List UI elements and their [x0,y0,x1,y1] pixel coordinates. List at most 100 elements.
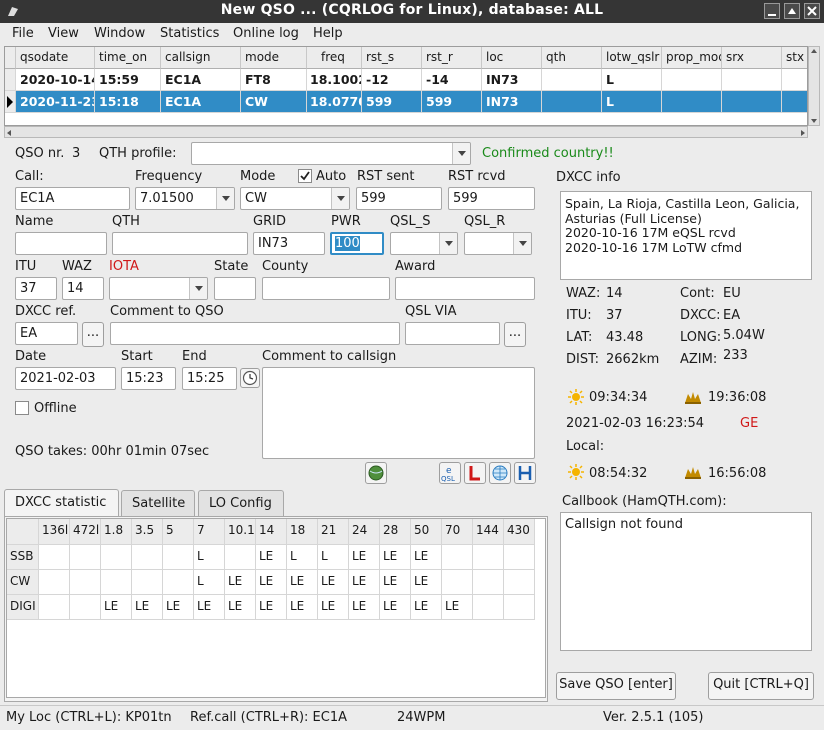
table-cell: EC1A [161,91,241,113]
award-label: Award [395,259,436,274]
cell-text: 18.1002 [310,72,362,87]
info-azim-value: 233 [723,348,748,363]
mode-select[interactable]: CW [240,187,350,210]
table-cell: LE [349,595,380,620]
state-input[interactable] [214,277,256,300]
call-input[interactable]: EC1A [15,187,130,210]
comment-qso-input[interactable] [110,322,400,345]
grid-input[interactable]: IN73 [253,232,325,255]
qth-input[interactable] [112,232,248,255]
table-cell: FT8 [241,69,307,91]
qso-grid[interactable]: qsodate time_on callsign mode freq rst_s… [4,46,808,126]
column-header[interactable]: callsign [161,47,241,69]
column-header[interactable]: time_on [95,47,161,69]
cell-text: 18.0770 [310,94,362,109]
tab-dxcc-statistic[interactable]: DXCC statistic [4,489,119,517]
band-header: 21 [318,519,349,545]
hamqth-icon[interactable] [514,462,536,484]
table-cell [662,69,722,91]
qth-profile-select[interactable] [191,142,471,165]
grid-vertical-scrollbar[interactable] [808,46,820,126]
callbook-box: Callsign not found [560,512,812,651]
column-header[interactable]: mode [241,47,307,69]
chevron-down-icon[interactable] [216,188,234,209]
chevron-down-icon[interactable] [513,233,531,254]
menu-online-log[interactable]: Online log [233,26,299,41]
pwr-input[interactable]: 100 [330,232,384,255]
dxcc-info-line: 2020-10-16 17M eQSL rcvd [565,225,736,240]
info-itu-label: ITU: [566,308,592,323]
table-cell [542,91,602,113]
qsl-s-select[interactable] [390,232,458,255]
menu-view[interactable]: View [48,26,79,41]
quit-button[interactable]: Quit [CTRL+Q] [708,672,814,700]
waz-input[interactable]: 14 [62,277,104,300]
table-cell [782,69,807,91]
column-header[interactable]: lotw_qslr [602,47,662,69]
tab-satellite[interactable]: Satellite [121,490,195,516]
clock-icon[interactable] [240,368,260,388]
name-input[interactable] [15,232,107,255]
dx-sunrise-time: 09:34:34 [589,390,648,405]
itu-label: ITU [15,259,37,274]
lotw-icon[interactable] [464,462,486,484]
close-icon[interactable] [804,3,820,19]
maximize-icon[interactable] [784,3,800,19]
column-header[interactable]: loc [482,47,542,69]
menu-window[interactable]: Window [94,26,145,41]
column-header[interactable]: qth [542,47,602,69]
globe-icon[interactable] [365,462,387,484]
eqsl-icon[interactable]: e QSL [439,462,461,484]
table-cell: 2020-11-23 [16,91,95,113]
dxcc-browse-button[interactable]: ... [82,322,104,347]
column-header[interactable]: stx [782,47,807,69]
band-header: 10.1 [225,519,256,545]
itu-input[interactable]: 37 [15,277,57,300]
menu-statistics[interactable]: Statistics [160,26,219,41]
auto-label: Auto [316,169,347,184]
column-header[interactable]: qsodate [16,47,95,69]
end-time-input[interactable]: 15:25 [182,367,237,390]
comment-callsign-textarea[interactable] [262,367,535,459]
column-header[interactable]: prop_mode [662,47,722,69]
start-label: Start [121,349,153,364]
chevron-down-icon[interactable] [189,278,207,299]
column-header[interactable]: srx [722,47,782,69]
chevron-down-icon[interactable] [331,188,349,209]
frequency-select[interactable]: 7.01500 [135,187,235,210]
menu-file[interactable]: File [12,26,34,41]
chevron-down-icon[interactable] [452,143,470,164]
minimize-icon[interactable] [764,3,780,19]
qsl-via-input[interactable] [405,322,500,345]
save-qso-button[interactable]: Save QSO [enter] [556,672,676,700]
info-itu-value: 37 [606,308,623,323]
table-cell: 15:59 [95,69,161,91]
auto-checkbox[interactable] [298,169,312,183]
iota-select[interactable] [109,277,208,300]
county-input[interactable] [262,277,390,300]
title-bar[interactable]: New QSO ... (CQRLOG for Linux), database… [0,0,824,23]
column-header[interactable]: rst_s [362,47,422,69]
table-cell [163,545,194,570]
start-time-input[interactable]: 15:23 [121,367,176,390]
local-sunrise-time: 08:54:32 [589,466,648,481]
web-icon[interactable] [489,462,511,484]
date-input[interactable]: 2021-02-03 [15,367,116,390]
rst-sent-input[interactable]: 599 [356,187,442,210]
column-header[interactable]: rst_r [422,47,482,69]
chevron-down-icon[interactable] [439,233,457,254]
column-header[interactable]: freq [307,47,362,69]
table-cell: IN73 [482,91,542,113]
offline-checkbox[interactable] [15,401,29,415]
grid-horizontal-scrollbar[interactable] [4,126,808,138]
menu-help[interactable]: Help [313,26,343,41]
award-input[interactable] [395,277,535,300]
qsl-r-select[interactable] [464,232,532,255]
table-cell [101,570,132,595]
rst-rcvd-input[interactable]: 599 [448,187,535,210]
dxcc-ref-input[interactable]: EA [15,322,78,345]
qsl-via-browse-button[interactable]: ... [504,322,526,347]
tab-lo-config[interactable]: LO Config [198,490,284,516]
table-cell: L [318,545,349,570]
column-header-label: freq [321,50,345,64]
